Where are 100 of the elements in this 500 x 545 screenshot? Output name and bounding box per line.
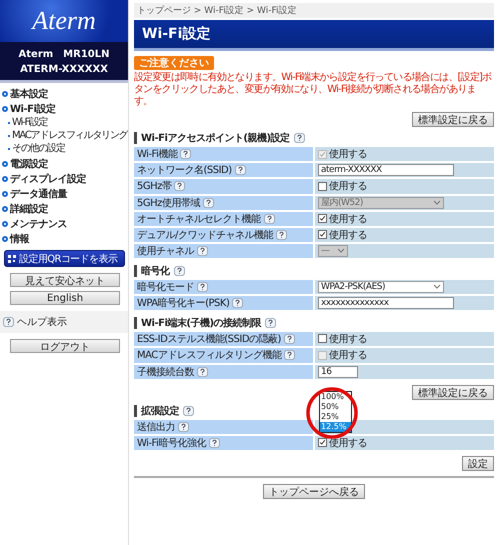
checkbox-label: 使用する [329, 212, 367, 226]
setting-label: ESS-IDステルス機能(SSIDの隠蔽) [137, 332, 281, 346]
section-heading: 拡張設定 [141, 404, 179, 418]
checkbox[interactable] [318, 182, 327, 190]
nav-item[interactable]: 詳細設定 [10, 202, 48, 216]
nav-subitem[interactable]: その他の設定 [12, 143, 65, 155]
help-icon[interactable] [197, 282, 208, 292]
check-icon [319, 150, 326, 158]
help-icon[interactable] [284, 334, 295, 344]
caret-icon [433, 200, 441, 205]
select-field[interactable]: WPA2-PSK(AES) [318, 280, 444, 292]
help-icon[interactable] [276, 230, 287, 240]
help-icon[interactable] [264, 214, 274, 224]
help-icon[interactable] [294, 133, 305, 143]
help-icon[interactable] [202, 198, 214, 208]
checkbox-label: 使用する [329, 180, 367, 193]
setting-label: Wi-Fi暗号化強化 [137, 436, 206, 450]
setting-label: 子機接続台数 [137, 366, 194, 378]
page-title: Wi-Fi設定 [134, 20, 494, 51]
checkbox-label: 使用する [329, 332, 367, 346]
check-icon [319, 231, 326, 238]
help-icon[interactable] [183, 406, 194, 416]
nav-item[interactable]: 情報 [10, 232, 29, 246]
help-icon[interactable] [174, 181, 186, 192]
nav-subitem[interactable]: MACアドレスフィルタリング [12, 130, 128, 142]
reset-defaults-button[interactable]: 標準設定に戻る [412, 112, 494, 127]
bullet-icon [2, 190, 8, 196]
input-field[interactable]: 16 [318, 366, 358, 378]
notice-badge: ご注意ください [134, 56, 214, 70]
nav-subitem[interactable]: Wi-Fi設定 [12, 117, 48, 129]
setting-label: 暗号化モード [137, 280, 194, 294]
logout-button[interactable]: ログアウト [10, 339, 120, 353]
input-field[interactable]: aterm-XXXXXX [318, 164, 454, 176]
bullet-icon [2, 206, 8, 212]
help-icon[interactable] [197, 366, 208, 376]
bullet-icon [2, 106, 8, 112]
notice-text: 設定変更は即時に有効となります。Wi-Fi端末から設定を行っている場合には、[設定]ボタンをクリックしたあと、変更が有効になり、Wi-Fi接続が切断される場合があります。 [134, 72, 492, 108]
bullet-icon [2, 90, 8, 96]
breadcrumb: トップページ > Wi-Fi設定 > Wi-Fi設定 [134, 3, 494, 18]
dropdown-option[interactable]: 100% [320, 392, 351, 402]
help-icon[interactable] [234, 165, 246, 175]
nav-item[interactable]: ディスプレイ設定 [10, 172, 86, 186]
nav-item[interactable]: 電源設定 [10, 156, 48, 170]
setting-label: 5GHz使用帯域 [137, 196, 200, 210]
setting-label: Wi-Fi機能 [137, 148, 178, 161]
help-icon[interactable] [3, 317, 14, 327]
bullet-icon [2, 176, 8, 182]
bullet-icon [2, 236, 8, 242]
help-icon[interactable] [178, 422, 189, 432]
setting-label: MACアドレスフィルタリング機能 [137, 348, 282, 362]
qr-code-button[interactable]: 設定用QRコードを表示 [4, 250, 125, 267]
checkbox[interactable] [318, 230, 327, 239]
sidebar-button[interactable]: English [10, 291, 120, 305]
qr-icon [8, 254, 16, 262]
input-field[interactable]: xxxxxxxxxxxxxx [318, 296, 454, 308]
caret-icon [433, 284, 441, 289]
setting-label: デュアル/クワッドチャネル機能 [137, 228, 273, 242]
back-to-top-button[interactable]: トップページへ戻る [263, 484, 365, 498]
checkbox-label: 使用する [329, 349, 367, 362]
submit-button[interactable]: 設定 [462, 456, 494, 470]
dropdown-menu[interactable]: 100% 50% 25% 12.5% [319, 390, 352, 432]
help-icon[interactable] [232, 298, 244, 308]
section-heading: 暗号化 [141, 264, 170, 278]
caret-icon [337, 248, 345, 253]
reset-defaults-button[interactable]: 標準設定に戻る [412, 384, 494, 400]
help-icon[interactable] [265, 318, 276, 328]
nav-item[interactable]: メンテナンス [10, 216, 67, 230]
checkbox-label: 使用する [329, 148, 367, 161]
help-icon[interactable] [197, 246, 208, 256]
help-icon[interactable] [180, 149, 192, 159]
setting-label: ネットワーク名(SSID) [137, 164, 232, 177]
bullet-icon [2, 160, 8, 166]
setting-label: オートチャネルセレクト機能 [137, 212, 260, 226]
checkbox[interactable] [318, 214, 327, 223]
nav-item[interactable]: データ通信量 [10, 186, 67, 200]
nav-item[interactable]: Wi-Fi設定 [10, 102, 56, 116]
device-model: Aterm MR10LN [18, 48, 110, 61]
setting-label: 5GHz帯 [137, 180, 172, 194]
setting-label: 送信出力 [137, 420, 175, 434]
check-icon [319, 215, 326, 222]
nav-item[interactable]: 基本設定 [10, 86, 48, 100]
device-name: ATERM-XXXXXX [20, 64, 108, 75]
logo-text: Aterm [32, 6, 96, 36]
checkbox[interactable] [318, 334, 327, 343]
checkbox-label: 使用する [329, 228, 367, 242]
sidebar-button[interactable]: 見えて安心ネット [10, 273, 120, 287]
help-icon[interactable] [174, 266, 184, 276]
checkbox-label: 使用する [329, 436, 367, 450]
help-icon[interactable] [284, 350, 296, 360]
checkbox[interactable] [318, 438, 327, 447]
section-heading: Wi-Fiアクセスポイント(親機)設定 [141, 131, 290, 145]
help-icon[interactable] [208, 438, 220, 448]
check-icon [319, 439, 326, 446]
dropdown-option[interactable]: 25% [320, 412, 351, 422]
highlight-circle [306, 386, 358, 438]
section-heading: Wi-Fi端末(子機)の接続制限 [141, 316, 262, 330]
setting-label: WPA暗号化キー(PSK) [137, 296, 230, 310]
setting-label: 使用チャネル [137, 244, 194, 258]
dropdown-option[interactable]: 50% [320, 402, 351, 412]
bullet-icon [2, 220, 8, 226]
